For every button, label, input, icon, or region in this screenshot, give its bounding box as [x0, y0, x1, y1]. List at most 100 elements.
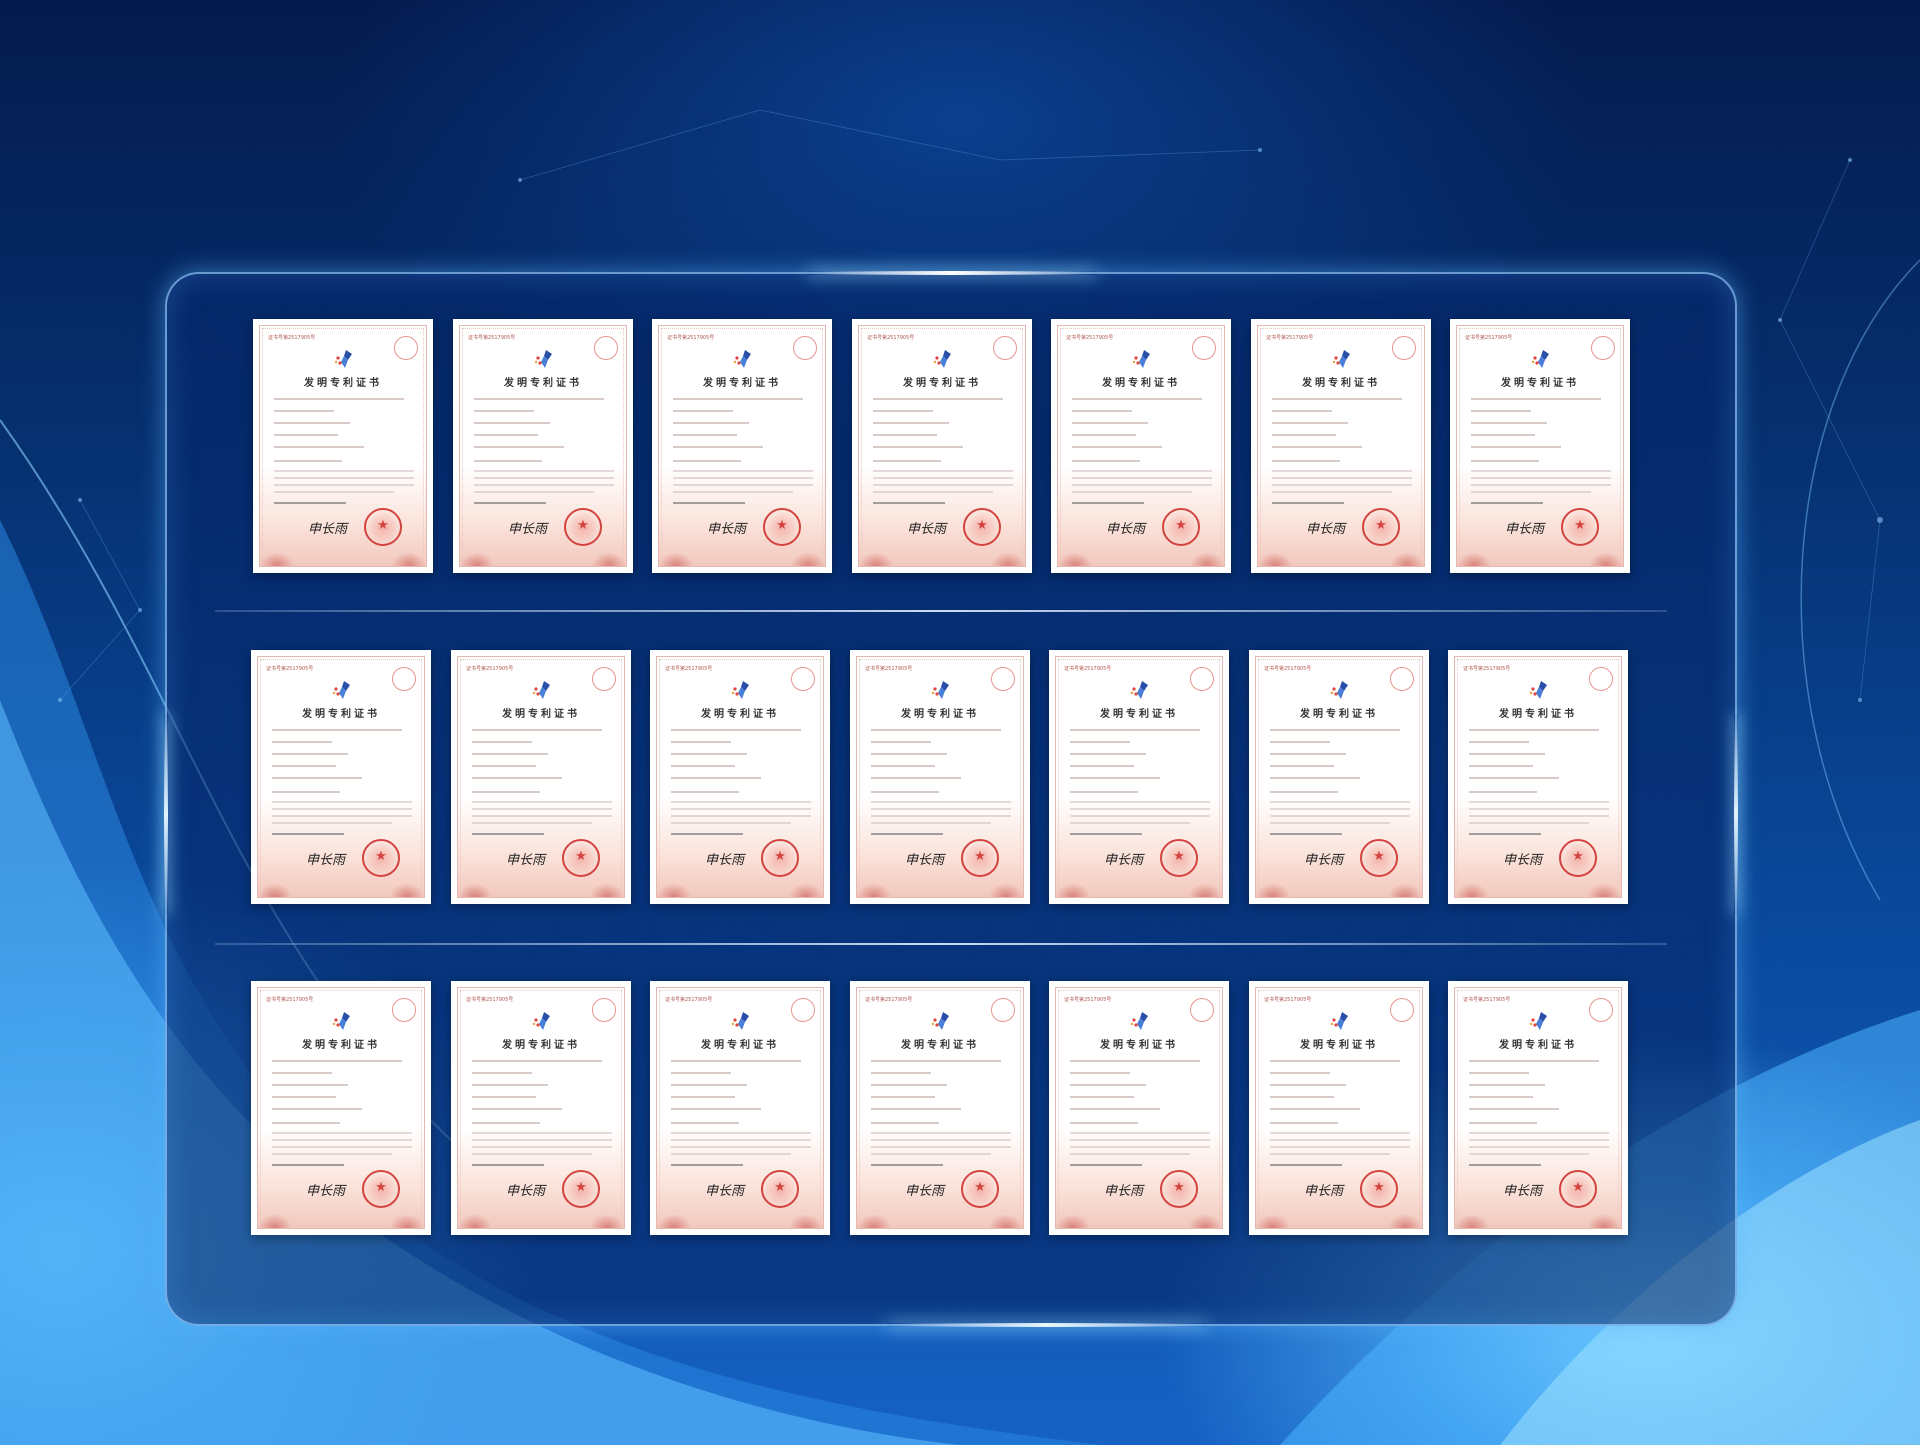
patent-certificate[interactable]: 证书号第2517905号 发明专利证书 申长雨: [453, 319, 633, 573]
certificate-border: 证书号第2517905号 发明专利证书 申长雨: [457, 987, 625, 1229]
certificate-title: 发明专利证书: [304, 378, 382, 389]
certificate-text-line: [873, 460, 941, 462]
certificate-text-line: [272, 815, 412, 817]
patent-office-logo-icon: [933, 350, 951, 368]
certificate-title: 发明专利证书: [502, 709, 580, 720]
certificate-text-line: [871, 801, 1011, 803]
frame-glow: [807, 271, 1097, 275]
national-emblem-seal-icon: [562, 839, 600, 877]
certificate-barcode: [1270, 833, 1342, 835]
certificate-text-line: [1270, 808, 1410, 810]
certificate-text-line: [873, 398, 1003, 400]
certificate-row: 证书号第2517905号 发明专利证书 申长雨 ★ 证书号第2517905号 发…: [251, 650, 1633, 906]
certificate-text-line: [1070, 1108, 1160, 1110]
certificate-text-line: [1270, 1060, 1400, 1062]
certificate-text-line: [474, 470, 614, 472]
certificate-text-line: [1272, 460, 1340, 462]
patent-office-logo-icon: [1529, 1012, 1547, 1030]
patent-certificate[interactable]: 证书号第2517905号 发明专利证书 申长雨: [852, 319, 1032, 573]
corner-ornament: [390, 1214, 424, 1228]
certificate-text-line: [274, 470, 414, 472]
certificate-text-line: [671, 729, 801, 731]
patent-certificate[interactable]: 证书号第2517905号 发明专利证书 申长雨: [1249, 650, 1429, 904]
corner-ornament: [857, 883, 891, 897]
corner-ornament: [1388, 883, 1422, 897]
patent-certificate[interactable]: 证书号第2517905号 发明专利证书 申长雨: [650, 650, 830, 904]
patent-certificate[interactable]: 证书号第2517905号 发明专利证书 申长雨: [1251, 319, 1431, 573]
patent-certificate[interactable]: 证书号第2517905号 发明专利证书 申长雨: [251, 981, 431, 1235]
patent-certificate[interactable]: 证书号第2517905号 发明专利证书 申长雨: [1448, 981, 1628, 1235]
corner-ornament: [1058, 552, 1092, 566]
national-emblem-seal-icon: [362, 1170, 400, 1208]
certificate-number: 证书号第2517905号: [665, 666, 713, 672]
patent-certificate[interactable]: 证书号第2517905号 发明专利证书 申长雨: [1448, 650, 1628, 904]
certificate-text-line: [272, 1072, 332, 1074]
certificate-number: 证书号第2517905号: [268, 335, 316, 341]
certificate-text-line: [472, 1060, 602, 1062]
corner-ornament: [460, 552, 494, 566]
certificate-text-line: [1272, 434, 1336, 436]
corner-ornament: [659, 552, 693, 566]
certificate-text-line: [272, 1108, 362, 1110]
director-signature: 申长雨: [1503, 853, 1543, 868]
corner-ornament: [1589, 552, 1623, 566]
certificate-barcode: [871, 1164, 943, 1166]
certificate-text-line: [1070, 1122, 1138, 1124]
corner-ornament: [1457, 552, 1491, 566]
certificate-text-line: [472, 1132, 612, 1134]
patent-certificate[interactable]: 证书号第2517905号 发明专利证书 申长雨: [1051, 319, 1231, 573]
corner-ornament: [657, 883, 691, 897]
certificate-text-line: [274, 446, 364, 448]
certificate-text-line: [272, 1146, 412, 1148]
certificate-text-line: [272, 1153, 392, 1155]
certificate-text-line: [1270, 729, 1400, 731]
certificate-text-line: [472, 741, 532, 743]
certificate-title: 发明专利证书: [1302, 378, 1380, 389]
certificate-text-line: [671, 822, 791, 824]
certificate-text-line: [671, 1108, 761, 1110]
certificate-text-line: [1469, 1139, 1609, 1141]
patent-certificate[interactable]: 证书号第2517905号 发明专利证书 申长雨: [1049, 650, 1229, 904]
director-signature: 申长雨: [506, 1184, 546, 1199]
certificate-text-line: [1072, 484, 1212, 486]
patent-certificate[interactable]: 证书号第2517905号 发明专利证书 申长雨: [850, 650, 1030, 904]
patent-certificate[interactable]: 证书号第2517905号 发明专利证书 申长雨: [650, 981, 830, 1235]
certificate-text-line: [1469, 801, 1609, 803]
certificate-text-line: [272, 1139, 412, 1141]
certificate-border: 证书号第2517905号 发明专利证书 申长雨: [856, 987, 1024, 1229]
corner-ornament: [989, 883, 1023, 897]
certificate-text-line: [1070, 808, 1210, 810]
certificate-text-line: [871, 791, 939, 793]
certificate-text-line: [472, 1153, 592, 1155]
certificate-text-line: [272, 1060, 402, 1062]
corner-ornament: [657, 1214, 691, 1228]
patent-certificate[interactable]: 证书号第2517905号 发明专利证书 申长雨: [251, 650, 431, 904]
patent-certificate[interactable]: 证书号第2517905号 发明专利证书 申长雨: [652, 319, 832, 573]
certificate-title: 发明专利证书: [504, 378, 582, 389]
certificate-text-line: [274, 484, 414, 486]
certificate-text-line: [673, 446, 763, 448]
patent-certificate[interactable]: 证书号第2517905号 发明专利证书 申长雨: [1049, 981, 1229, 1235]
certificate-text-line: [274, 460, 342, 462]
patent-certificate[interactable]: 证书号第2517905号 发明专利证书 申长雨: [1249, 981, 1429, 1235]
certificate-text-line: [671, 1096, 735, 1098]
patent-certificate[interactable]: 证书号第2517905号 发明专利证书 申长雨: [1450, 319, 1630, 573]
corner-ornament: [1056, 883, 1090, 897]
patent-office-logo-icon: [731, 681, 749, 699]
qr-stamp-icon: [1190, 667, 1214, 691]
certificate-text-line: [873, 410, 933, 412]
patent-certificate[interactable]: 证书号第2517905号 发明专利证书 申长雨: [451, 650, 631, 904]
certificate-text-line: [673, 477, 813, 479]
certificate-text-line: [871, 1153, 991, 1155]
certificate-text-line: [272, 808, 412, 810]
patent-certificate[interactable]: 证书号第2517905号 发明专利证书 申长雨: [850, 981, 1030, 1235]
certificate-text-line: [474, 434, 538, 436]
certificate-text-line: [1272, 470, 1412, 472]
patent-certificate[interactable]: 证书号第2517905号 发明专利证书 申长雨: [451, 981, 631, 1235]
patent-certificate[interactable]: 证书号第2517905号 发明专利证书 申长雨: [253, 319, 433, 573]
certificate-text-line: [472, 801, 612, 803]
certificate-barcode: [272, 1164, 344, 1166]
certificate-barcode: [1272, 502, 1344, 504]
certificate-text-line: [1270, 1153, 1390, 1155]
certificate-title: 发明专利证书: [701, 709, 779, 720]
